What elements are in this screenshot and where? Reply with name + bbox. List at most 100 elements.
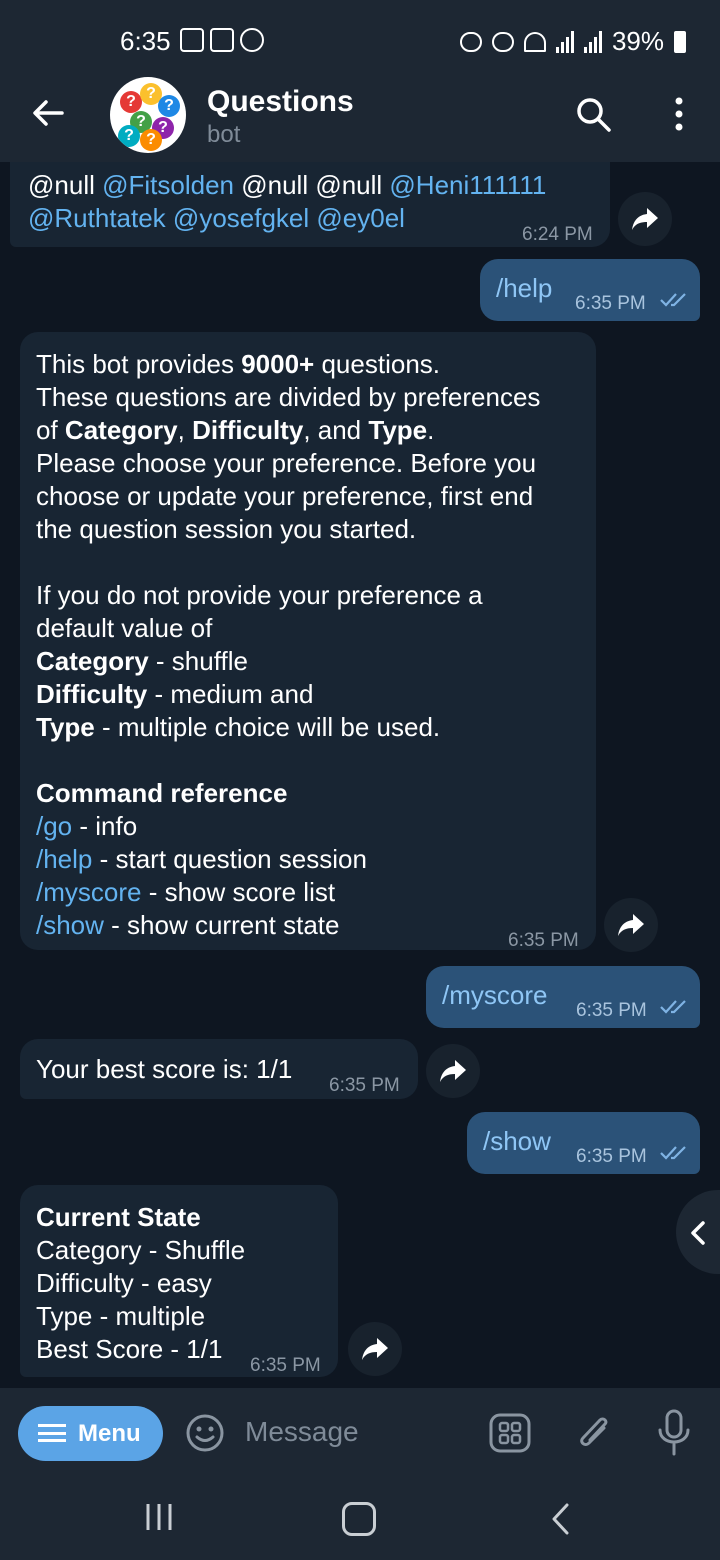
vpn-key-icon — [459, 31, 482, 52]
mention-link[interactable]: @Ruthtatek — [28, 203, 166, 233]
home-button[interactable] — [342, 1502, 376, 1536]
nav-back-button[interactable] — [546, 1502, 576, 1536]
share-arrow-icon — [440, 1060, 466, 1082]
avatar-question-mark: ? — [118, 125, 140, 147]
chat-title[interactable]: Questions — [207, 85, 354, 119]
text-line: This bot provides 9000+ questions. — [36, 348, 540, 381]
message-time: 6:24 PM — [522, 224, 593, 245]
text-line: of Category, Difficulty, and Type. — [36, 414, 540, 447]
recent-apps-button[interactable] — [144, 1502, 174, 1532]
state-line: Best Score - 1/1 — [36, 1334, 223, 1364]
mention-link[interactable]: @Heni111111 — [389, 170, 546, 200]
mention-link[interactable]: @yosefgkel — [173, 203, 309, 233]
paperclip-icon — [580, 1417, 608, 1446]
mention-text: @null — [28, 170, 103, 200]
message-command[interactable]: /myscore — [442, 979, 547, 1012]
bold-text: Category — [36, 646, 149, 676]
notification-icons — [180, 28, 264, 52]
search-icon — [577, 98, 611, 132]
forward-button[interactable] — [426, 1044, 480, 1098]
status-time: 6:35 — [120, 26, 171, 56]
arrow-left-icon — [33, 100, 64, 126]
mention-line: @null @Fitsolden @null @null @Heni111111 — [28, 169, 546, 202]
back-button[interactable] — [28, 93, 68, 133]
message-list[interactable]: @null @Fitsolden @null @null @Heni111111… — [0, 162, 720, 1388]
system-nav-bar — [0, 1476, 720, 1560]
share-arrow-icon — [362, 1338, 388, 1360]
message-time: 6:35 PM — [576, 1146, 647, 1167]
mention-text: @null @null — [234, 170, 390, 200]
forward-button[interactable] — [604, 898, 658, 952]
command-line: /go - info — [36, 810, 540, 843]
more-options-button[interactable] — [664, 95, 694, 135]
menu-button[interactable]: Menu — [18, 1406, 163, 1461]
text-span: questions. — [314, 349, 440, 379]
bold-text: 9000+ — [241, 349, 315, 379]
state-text: Current State Category - Shuffle Difficu… — [36, 1201, 245, 1366]
command-line: /show - show current state — [36, 909, 540, 942]
hamburger-icon — [38, 1424, 66, 1442]
forward-button[interactable] — [348, 1322, 402, 1376]
message-input[interactable] — [245, 1410, 465, 1454]
text-line: Please choose your preference. Before yo… — [36, 448, 537, 478]
bot-commands-button[interactable] — [488, 1412, 532, 1454]
attach-button[interactable] — [574, 1410, 614, 1456]
microphone-icon — [658, 1409, 690, 1456]
command-link-help[interactable]: /help — [36, 844, 92, 874]
message-command[interactable]: /show — [483, 1125, 551, 1158]
command-desc: - start question session — [92, 844, 367, 874]
avatar-question-mark: ? — [140, 129, 162, 151]
state-line: Type - multiple — [36, 1301, 206, 1331]
emoji-button[interactable] — [185, 1413, 225, 1453]
recent-apps-icon — [146, 1504, 172, 1530]
command-line: /help - start question session — [36, 843, 540, 876]
chat-header: ? ? ? ? ? ? ? Questions bot — [0, 65, 720, 162]
avatar-question-mark: ? — [120, 91, 142, 113]
bot-avatar[interactable]: ? ? ? ? ? ? ? — [110, 77, 186, 153]
menu-label: Menu — [78, 1420, 141, 1447]
message-composer: Menu — [0, 1388, 720, 1476]
avatar-question-mark: ? — [158, 95, 180, 117]
incoming-message[interactable]: @null @Fitsolden @null @null @Heni111111… — [10, 162, 610, 247]
bold-text: Type — [36, 712, 95, 742]
forward-button[interactable] — [618, 192, 672, 246]
text-span: - shuffle — [148, 646, 248, 676]
text-line: Type - multiple choice will be used. — [36, 711, 540, 744]
app-icon — [240, 28, 264, 52]
search-button[interactable] — [574, 95, 614, 135]
message-time: 6:35 PM — [575, 293, 646, 314]
incoming-message[interactable]: Current State Category - Shuffle Difficu… — [20, 1185, 338, 1377]
wifi-icon — [523, 31, 546, 52]
text-span: , — [177, 415, 193, 445]
state-line: Category - Shuffle — [36, 1235, 246, 1265]
command-desc: - show current state — [103, 910, 340, 940]
outgoing-message[interactable]: /myscore 6:35 PM — [426, 966, 700, 1028]
voice-message-button[interactable] — [656, 1408, 692, 1458]
text-line: These questions are divided by preferenc… — [36, 382, 541, 412]
battery-percent: 39% — [611, 26, 664, 56]
chevron-left-icon — [691, 1221, 705, 1245]
outgoing-message[interactable]: /show 6:35 PM — [467, 1112, 700, 1174]
more-vertical-icon — [675, 97, 683, 131]
message-command[interactable]: /help — [496, 272, 552, 305]
system-icons: 39% — [459, 26, 686, 57]
outgoing-message[interactable]: /help 6:35 PM — [480, 259, 700, 321]
text-span: This bot provides — [36, 349, 242, 379]
smiley-icon — [186, 1414, 224, 1452]
mention-link[interactable]: @ey0el — [316, 203, 405, 233]
incoming-message[interactable]: Your best score is: 1/1 6:35 PM — [20, 1039, 418, 1099]
command-link-show[interactable]: /show — [36, 910, 104, 940]
bold-text: Difficulty — [36, 679, 148, 709]
text-span: - medium and — [147, 679, 314, 709]
command-link-myscore[interactable]: /myscore — [36, 877, 141, 907]
chat-subtitle: bot — [207, 121, 241, 148]
command-link-go[interactable]: /go — [36, 811, 72, 841]
bold-text: Type — [368, 415, 428, 445]
incoming-message[interactable]: This bot provides 9000+ questions. These… — [20, 332, 596, 951]
text-span: , and — [303, 415, 369, 445]
text-line: default value of — [36, 613, 213, 643]
mention-link[interactable]: @Fitsolden — [102, 170, 234, 200]
signal-icon-2 — [583, 30, 602, 53]
section-heading: Command reference — [36, 778, 288, 808]
